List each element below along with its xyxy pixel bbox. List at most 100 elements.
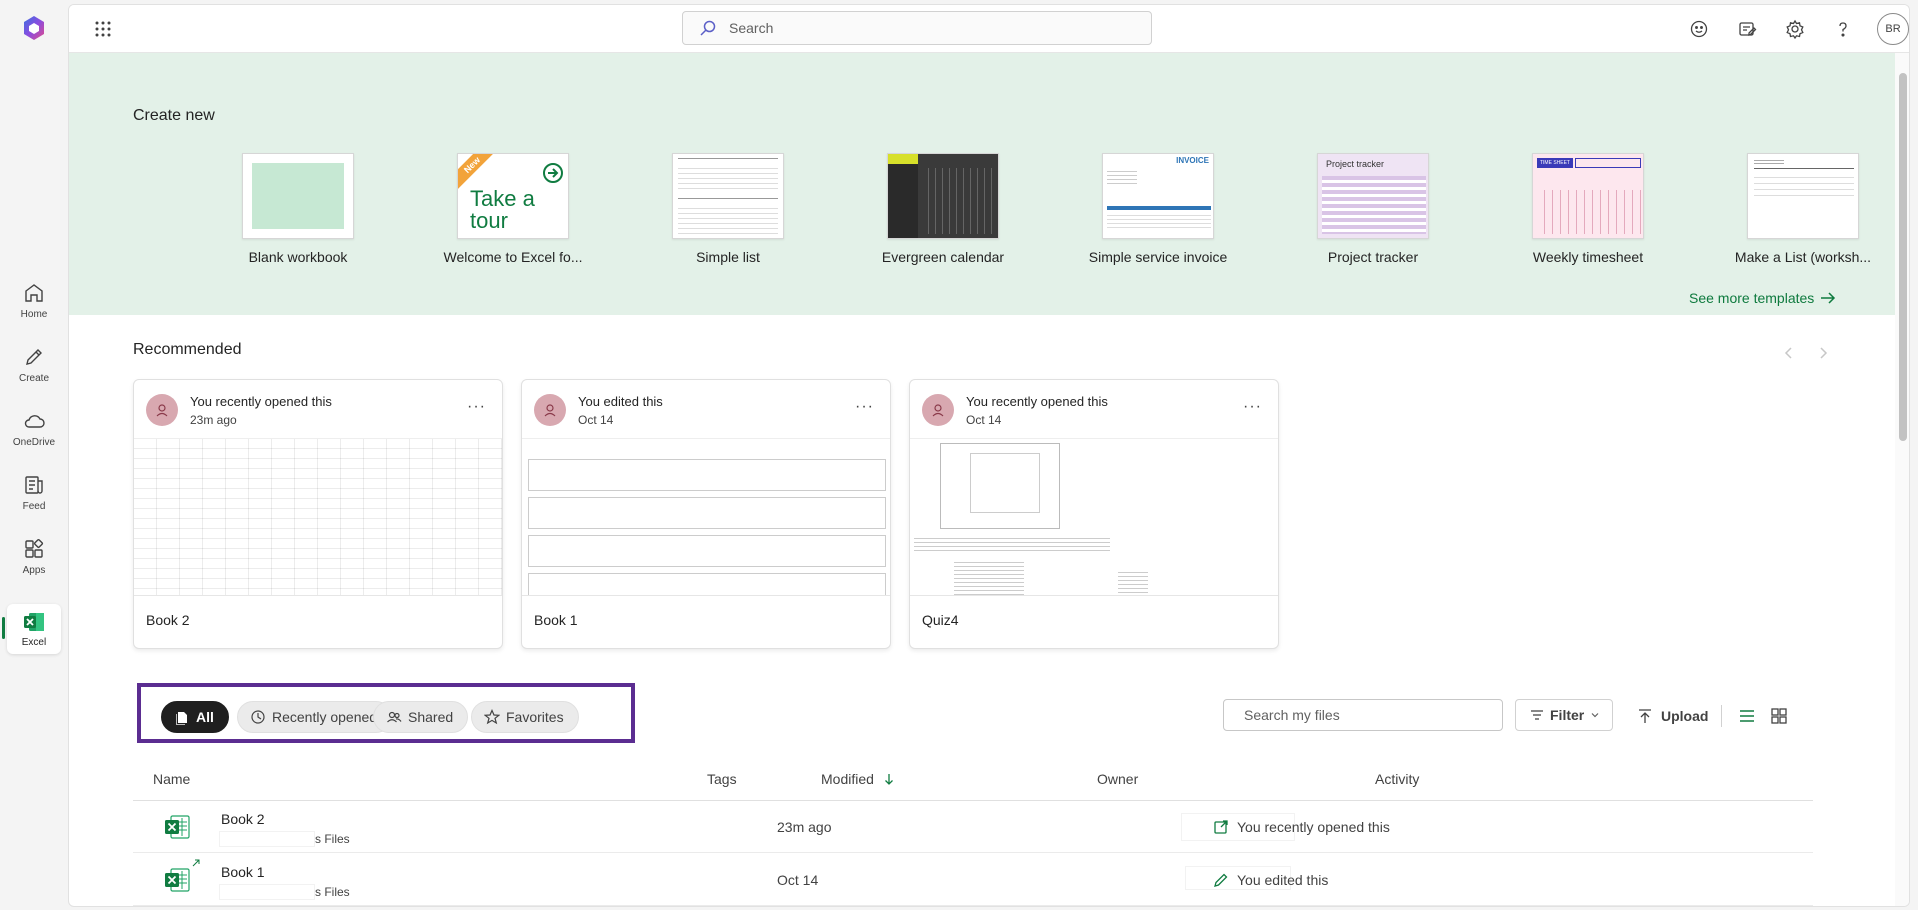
pill-favorites[interactable]: Favorites [471,701,579,733]
more-options-icon[interactable]: ··· [467,398,486,416]
user-avatar [146,394,178,426]
recommended-card-quiz4[interactable]: You recently opened this Oct 14 ··· Quiz… [909,379,1279,649]
column-header-modified[interactable]: Modified [821,771,894,787]
card-preview [134,438,502,596]
file-modified: 23m ago [777,819,832,835]
template-weekly-timesheet[interactable]: TIME SHEET Weekly timesheet [1493,153,1683,265]
template-thumbnail [672,153,784,239]
template-name: Evergreen calendar [881,249,1005,265]
card-file-name: Book 2 [146,612,190,628]
file-activity: You edited this [1213,872,1328,888]
clock-icon [251,710,265,724]
rail-feed[interactable]: Feed [4,464,64,520]
more-options-icon[interactable]: ··· [855,398,874,416]
sort-down-arrow-icon [884,774,893,785]
see-more-templates-label: See more templates [1689,290,1815,306]
template-name: Simple list [696,249,760,265]
invoice-thumb-text: INVOICE [1176,156,1209,165]
toolbar-divider [1721,705,1722,727]
template-name: Welcome to Excel fo... [443,249,583,265]
main-scrollbar[interactable] [1895,53,1909,906]
file-location: s Files [315,832,350,846]
arrow-circle-icon [543,163,563,183]
rail-home-label: Home [20,308,48,320]
rail-active-indicator [2,617,5,639]
template-simple-list[interactable]: Simple list [633,153,823,265]
scrollbar-thumb[interactable] [1899,73,1907,441]
excel-app-icon [24,613,44,631]
template-thumbnail: Project tracker [1317,153,1429,239]
pencil-edit-icon [1214,873,1228,887]
rail-home[interactable]: Home [4,272,64,328]
see-more-templates-link[interactable]: See more templates [1689,290,1836,306]
upload-button[interactable]: Upload [1637,705,1708,727]
file-name[interactable]: Book 2 [221,811,265,827]
user-avatar [922,394,954,426]
chevron-left-icon[interactable] [1781,345,1797,361]
column-header-name[interactable]: Name [153,771,190,787]
cloud-icon [24,414,45,428]
settings-gear-icon[interactable] [1785,19,1805,39]
card-time: Oct 14 [966,413,1002,427]
project-tracker-thumb-text: Project tracker [1326,159,1385,169]
template-name: Weekly timesheet [1532,249,1644,265]
recommended-card-book2[interactable]: You recently opened this 23m ago ··· Boo… [133,379,503,649]
template-simple-service-invoice[interactable]: INVOICE Simple service invoice [1063,153,1253,265]
template-make-a-list[interactable]: Make a List (worksh... [1708,153,1898,265]
file-activity: You recently opened this [1213,819,1390,835]
template-project-tracker[interactable]: Project tracker Project tracker [1278,153,1468,265]
pill-recently-opened[interactable]: Recently opened [237,701,393,733]
rail-onedrive[interactable]: OneDrive [4,400,64,456]
feedback-smiley-icon[interactable] [1689,19,1709,39]
grid-view-icon[interactable] [1770,707,1788,725]
file-search-input[interactable] [1244,707,1484,723]
star-icon [484,709,500,725]
column-header-owner[interactable]: Owner [1097,771,1138,787]
column-header-tags[interactable]: Tags [707,771,737,787]
file-location: s Files [315,885,350,899]
filter-button[interactable]: Filter [1515,699,1613,731]
pencil-icon [26,348,42,365]
pill-all[interactable]: All [161,701,229,733]
template-welcome-excel[interactable]: New Take a tour Welcome to Excel fo... [418,153,608,265]
column-header-activity[interactable]: Activity [1375,771,1419,787]
open-external-icon [1214,820,1228,834]
card-activity: You edited this [578,394,663,409]
template-name: Make a List (worksh... [1734,249,1872,265]
apps-icon [25,538,44,558]
table-row[interactable]: Book 2 s Files 23m ago You recently open… [133,801,1813,853]
app-launcher-icon[interactable] [93,19,113,39]
filter-button-label: Filter [1550,707,1585,723]
card-file-name: Quiz4 [922,612,959,628]
home-icon [25,283,43,302]
chevron-right-icon[interactable] [1815,345,1831,361]
global-search-input[interactable] [729,20,1129,36]
template-thumbnail: INVOICE [1102,153,1214,239]
pill-favorites-label: Favorites [506,709,564,725]
rail-excel-label: Excel [21,637,47,648]
m365-logo-icon[interactable] [20,14,48,42]
rail-excel[interactable]: Excel [7,604,61,654]
recommended-card-book1[interactable]: You edited this Oct 14 ··· Book 1 [521,379,891,649]
template-name: Simple service invoice [1088,249,1228,265]
help-icon[interactable] [1833,19,1853,39]
template-name: Blank workbook [248,249,348,265]
table-row[interactable]: Book 1 s Files Oct 14 You edited this [133,854,1813,906]
more-options-icon[interactable]: ··· [1243,398,1262,416]
account-avatar[interactable]: BR [1877,13,1909,45]
template-thumbnail: TIME SHEET [1532,153,1644,239]
whats-new-icon[interactable] [1737,19,1757,39]
rail-feed-label: Feed [22,500,46,512]
rail-create[interactable]: Create [4,336,64,392]
person-icon [156,404,168,417]
pill-shared[interactable]: Shared [373,701,469,733]
upload-icon [1639,709,1651,723]
template-thumbnail: New Take a tour [457,153,569,239]
file-search-box[interactable] [1223,699,1503,731]
template-blank-workbook[interactable]: Blank workbook [203,153,393,265]
template-evergreen-calendar[interactable]: Evergreen calendar [848,153,1038,265]
file-name[interactable]: Book 1 [221,864,265,880]
rail-apps[interactable]: Apps [4,528,64,584]
global-search-box[interactable] [682,11,1152,45]
list-view-icon[interactable] [1738,707,1756,725]
